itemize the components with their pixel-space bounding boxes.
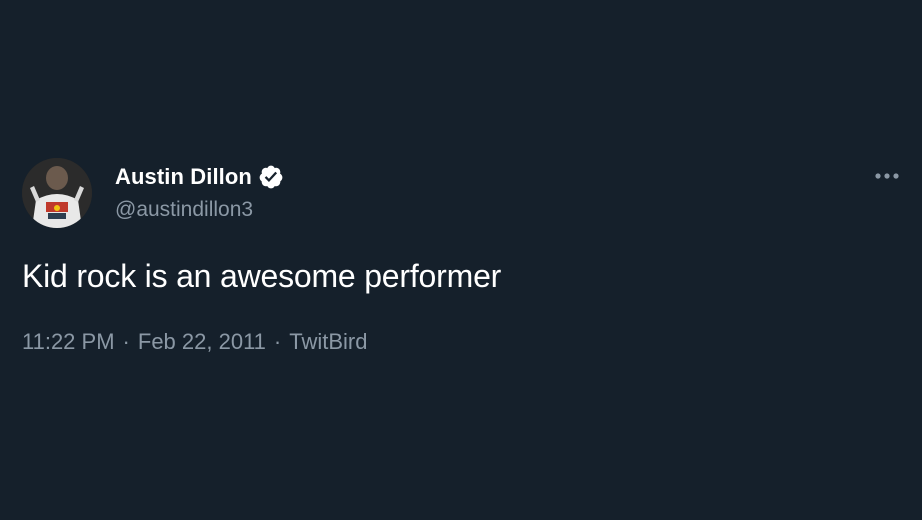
more-options-icon[interactable]: [874, 168, 900, 184]
display-name[interactable]: Austin Dillon: [115, 164, 252, 190]
tweet-date[interactable]: Feb 22, 2011: [138, 329, 266, 355]
avatar[interactable]: [22, 158, 92, 228]
tweet-source[interactable]: TwitBird: [289, 329, 367, 355]
name-row: Austin Dillon: [115, 164, 284, 190]
tweet-card: Austin Dillon @austindillon3 Kid rock is…: [0, 0, 922, 520]
verified-badge-icon: [258, 164, 284, 190]
user-handle[interactable]: @austindillon3: [115, 198, 253, 222]
separator-dot: ·: [122, 329, 130, 354]
tweet-metadata: 11:22 PM · Feb 22, 2011 · TwitBird: [22, 329, 367, 355]
avatar-image: [22, 158, 92, 228]
tweet-text: Kid rock is an awesome performer: [22, 258, 502, 294]
separator-dot: ·: [273, 329, 282, 354]
tweet-time[interactable]: 11:22 PM: [22, 329, 115, 355]
